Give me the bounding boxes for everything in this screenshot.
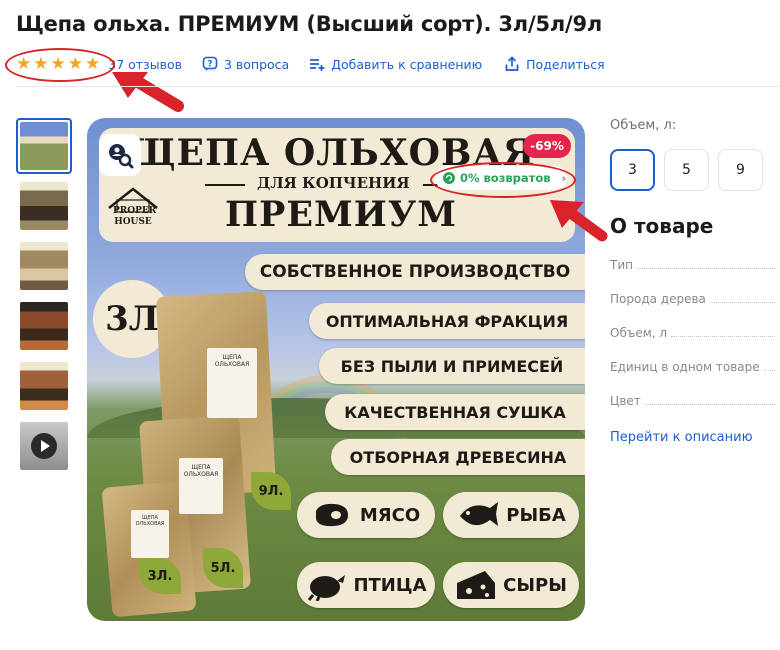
- chicken-icon: [308, 575, 346, 601]
- annotation-arrow-icon: [112, 72, 184, 112]
- spec-dots: [709, 302, 775, 303]
- brand-logo-text: PROPER HOUSE: [113, 206, 157, 228]
- volume-option-label: Объем, л:: [610, 118, 677, 133]
- spec-row: Цвет: [610, 392, 775, 408]
- spec-dots: [636, 268, 775, 269]
- gallery-thumb[interactable]: [16, 178, 72, 234]
- gallery-thumb[interactable]: [16, 238, 72, 294]
- questions-label: 3 вопроса: [223, 56, 290, 72]
- thumb-image: [20, 242, 68, 290]
- thumb-image: [20, 122, 68, 170]
- thumb-image: [20, 362, 68, 410]
- bag-label: ЩЕПА ОЛЬХОВАЯ: [179, 458, 223, 514]
- spec-label: Порода дерева: [610, 292, 706, 306]
- fish-icon: [460, 502, 499, 526]
- thumb-image: [20, 302, 68, 350]
- brand-line2: HOUSE: [114, 217, 152, 227]
- feature-pill: КАЧЕСТВЕННАЯ СУШКА: [325, 394, 585, 430]
- header-divider: [16, 86, 780, 87]
- spec-dots: [763, 370, 775, 371]
- volume-option-9[interactable]: 9: [718, 149, 763, 191]
- brand-line1: PROPER: [113, 206, 157, 216]
- bag-label: ЩЕПА ОЛЬХОВАЯ: [207, 348, 257, 418]
- about-section-title: О товаре: [610, 214, 714, 238]
- gallery-thumb[interactable]: [16, 118, 72, 174]
- spec-label: Цвет: [610, 394, 641, 408]
- compare-label: Добавить к сравнению: [331, 56, 483, 72]
- discount-badge: -69%: [523, 134, 571, 158]
- use-pill-fish: РЫБА: [443, 492, 579, 538]
- feature-pill: ОТБОРНАЯ ДРЕВЕСИНА: [331, 439, 585, 475]
- feature-pill: БЕЗ ПЫЛИ И ПРИМЕСЕЙ: [319, 348, 585, 384]
- questions-link[interactable]: ? 3 вопроса: [202, 56, 289, 72]
- gallery-thumbnails: [16, 118, 72, 478]
- gallery-video-thumb[interactable]: [16, 418, 72, 474]
- volume-option-3[interactable]: 3: [610, 149, 655, 191]
- question-bubble-icon: ?: [202, 56, 218, 72]
- use-label: ПТИЦА: [353, 574, 427, 596]
- compare-link[interactable]: Добавить к сравнению: [309, 56, 482, 72]
- spec-label: Единиц в одном товаре: [610, 360, 760, 374]
- image-search-icon: [109, 144, 134, 169]
- share-link[interactable]: Поделиться: [504, 56, 605, 72]
- hero-premium: ПРЕМИУМ: [225, 194, 458, 235]
- product-title: Щепа ольха. ПРЕМИУМ (Высший сорт). 3л/5л…: [16, 12, 603, 36]
- annotation-ellipse: [430, 162, 576, 198]
- spec-dots: [644, 404, 775, 405]
- gallery-thumb[interactable]: [16, 298, 72, 354]
- share-label: Поделиться: [526, 56, 605, 72]
- spec-row: Единиц в одном товаре: [610, 358, 775, 374]
- spec-label: Тип: [610, 258, 633, 272]
- bag-label: ЩЕПА ОЛЬХОВАЯ: [131, 510, 169, 558]
- spec-row: Порода дерева: [610, 290, 775, 306]
- svg-text:?: ?: [208, 60, 213, 70]
- use-label: СЫРЫ: [503, 574, 567, 596]
- spec-dots: [671, 336, 775, 337]
- use-label: РЫБА: [506, 504, 566, 526]
- zoom-search-button[interactable]: [99, 134, 141, 176]
- size-tag: 9Л.: [251, 472, 291, 510]
- hero-subheadline: ДЛЯ КОПЧЕНИЯ: [257, 174, 410, 192]
- product-options-column: Объем, л: 3 5 9 О товаре Тип Порода дере…: [610, 118, 775, 445]
- annotation-arrow-icon: [550, 200, 608, 242]
- annotation-ellipse: [5, 48, 115, 82]
- spec-label: Объем, л: [610, 326, 668, 340]
- use-label: МЯСО: [359, 504, 421, 526]
- volume-option-5[interactable]: 5: [664, 149, 709, 191]
- feature-pill: ОПТИМАЛЬНАЯ ФРАКЦИЯ: [309, 303, 585, 339]
- thumb-image: [20, 182, 68, 230]
- use-pill-meat: МЯСО: [297, 492, 435, 538]
- steak-icon: [315, 503, 348, 527]
- gallery-thumb[interactable]: [16, 358, 72, 414]
- spec-row: Объем, л: [610, 324, 775, 340]
- spec-row: Тип: [610, 256, 775, 272]
- volume-options: 3 5 9: [610, 149, 775, 191]
- go-to-description-link[interactable]: Перейти к описанию: [610, 430, 775, 445]
- share-icon: [504, 56, 520, 72]
- use-pill-poultry: ПТИЦА: [297, 562, 435, 608]
- compare-add-icon: [309, 56, 325, 72]
- feature-pill: СОБСТВЕННОЕ ПРОИЗВОДСТВО: [245, 254, 585, 290]
- use-pill-cheese: СЫРЫ: [443, 562, 579, 608]
- cheese-icon: [457, 571, 496, 599]
- decor-line: [205, 184, 245, 186]
- play-icon: [31, 433, 57, 459]
